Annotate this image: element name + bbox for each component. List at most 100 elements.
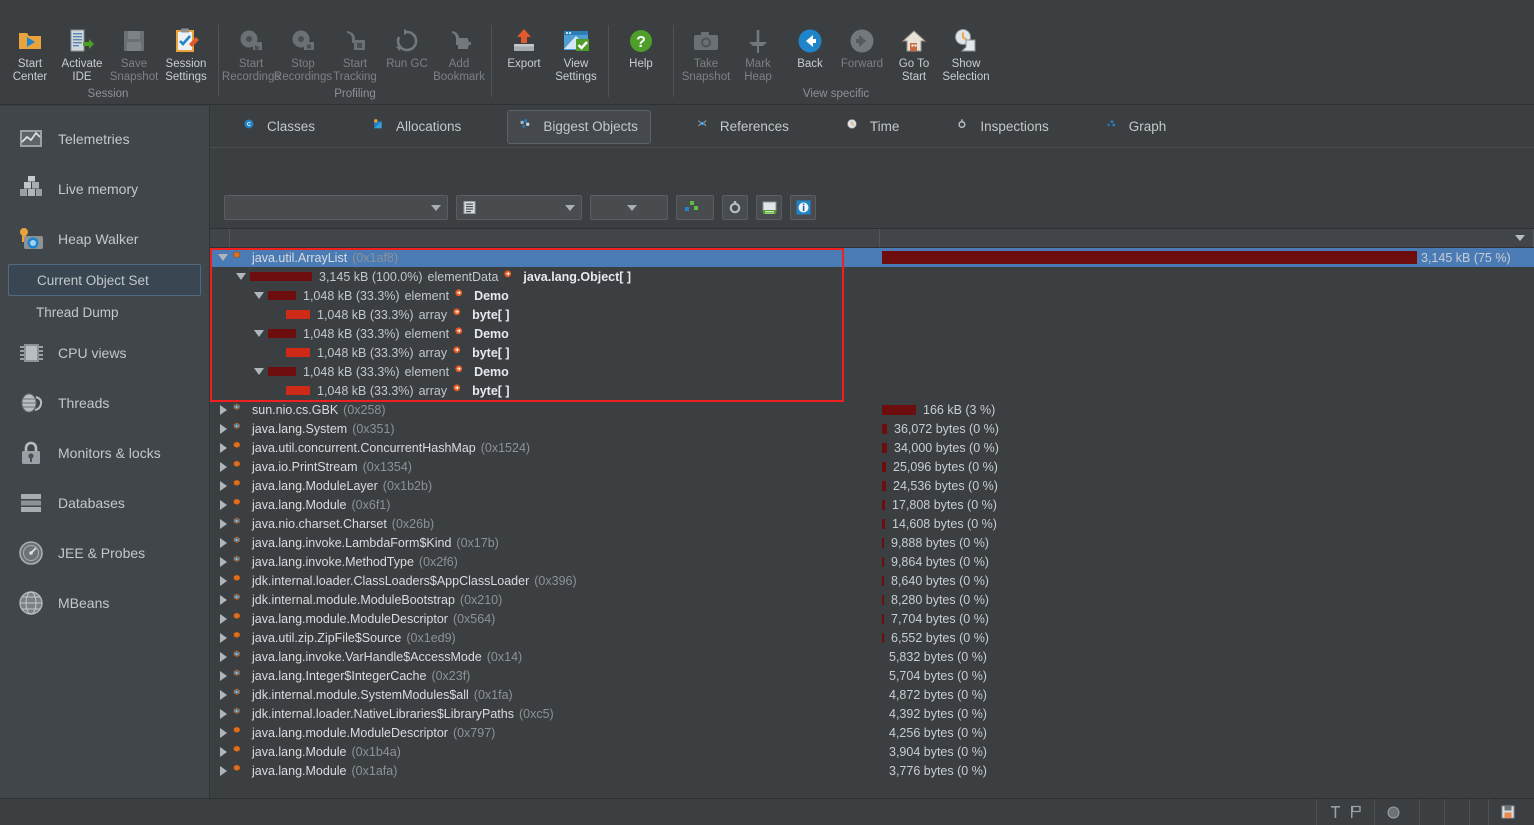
- tree-expand-toggle[interactable]: [216, 517, 230, 531]
- status-recordings[interactable]: [1374, 798, 1419, 825]
- toolbar-button-show-selection[interactable]: Show Selection: [940, 21, 992, 83]
- tree-expand-toggle[interactable]: [252, 289, 266, 303]
- table-row[interactable]: 1,048 kB (33.3%) array byte[ ]: [210, 305, 1534, 324]
- tree-expand-toggle[interactable]: [216, 631, 230, 645]
- table-row[interactable]: java.lang.ModuleLayer (0x1b2b) 24,536 byt…: [210, 476, 1534, 495]
- menu-item-window[interactable]: [66, 9, 86, 13]
- tree-expand-toggle[interactable]: [216, 403, 230, 417]
- tree-expand-toggle[interactable]: [216, 536, 230, 550]
- tree-expand-toggle[interactable]: [216, 574, 230, 588]
- tree-expand-toggle[interactable]: [216, 650, 230, 664]
- menu-item-session[interactable]: [6, 9, 26, 13]
- tab-references[interactable]: References: [685, 110, 801, 144]
- sidebar-item-current-object-set[interactable]: Current Object Set: [8, 264, 201, 296]
- table-header-retained-size[interactable]: [880, 229, 1534, 247]
- table-row[interactable]: java.lang.Module (0x1afa) 3,776 bytes (0 …: [210, 761, 1534, 780]
- table-row[interactable]: Cjdk.internal.module.ModuleBootstrap (0x2…: [210, 590, 1534, 609]
- use-menu-button[interactable]: [590, 195, 668, 220]
- table-row[interactable]: 1,048 kB (33.3%) element Demo: [210, 362, 1534, 381]
- toolbar-button-mark-heap[interactable]: Mark Heap: [732, 21, 784, 83]
- tree-expand-toggle[interactable]: [216, 707, 230, 721]
- menu-item-help[interactable]: [86, 9, 106, 13]
- tab-time[interactable]: Time: [835, 110, 912, 144]
- sidebar-item-live-memory[interactable]: Live memory: [0, 164, 209, 214]
- tree-expand-toggle[interactable]: [216, 460, 230, 474]
- toolbar-button-save-snapshot[interactable]: Save Snapshot: [108, 21, 160, 83]
- tree-expand-toggle[interactable]: [216, 726, 230, 740]
- toolbar-button-back[interactable]: Back: [784, 21, 836, 71]
- tree-expand-toggle[interactable]: [216, 669, 230, 683]
- tab-allocations[interactable]: Allocations: [361, 110, 473, 144]
- inspections-small-icon-button[interactable]: [722, 195, 748, 220]
- table-row[interactable]: Cjava.lang.invoke.VarHandle$AccessMode (0…: [210, 647, 1534, 666]
- table-header-object[interactable]: [230, 229, 880, 247]
- table-row[interactable]: jdk.internal.loader.ClassLoaders$AppClas…: [210, 571, 1534, 590]
- table-row[interactable]: java.io.PrintStream (0x1354) 25,096 bytes…: [210, 457, 1534, 476]
- table-row[interactable]: Csun.nio.cs.GBK (0x258) 166 kB (3 %): [210, 400, 1534, 419]
- table-row[interactable]: java.util.concurrent.ConcurrentHashMap (0…: [210, 438, 1534, 457]
- sidebar-item-threads[interactable]: Threads: [0, 378, 209, 428]
- menu-item-view[interactable]: [26, 9, 46, 13]
- sidebar-item-heap-walker[interactable]: Heap Walker: [0, 214, 209, 264]
- tab-inspections[interactable]: Inspections: [945, 110, 1060, 144]
- toolbar-button-start-center[interactable]: Start Center: [4, 21, 56, 83]
- tree-expand-toggle[interactable]: [216, 479, 230, 493]
- table-row[interactable]: Cjava.lang.Integer$IntegerCache (0x23f) 5…: [210, 666, 1534, 685]
- toolbar-button-stop-recordings[interactable]: Stop Recordings: [274, 21, 332, 83]
- tree-expand-toggle[interactable]: [252, 327, 266, 341]
- toolbar-button-add-bookmark[interactable]: Add Bookmark: [433, 21, 485, 83]
- toolbar-button-take-snapshot[interactable]: Take Snapshot: [680, 21, 732, 83]
- table-row[interactable]: java.lang.Module (0x6f1) 17,808 bytes (0 …: [210, 495, 1534, 514]
- table-row[interactable]: Cjava.lang.System (0x351) 36,072 bytes (0…: [210, 419, 1534, 438]
- sidebar-item-telemetries[interactable]: Telemetries: [0, 114, 209, 164]
- tab-graph[interactable]: Graph: [1095, 110, 1179, 144]
- tree-expand-toggle[interactable]: [252, 365, 266, 379]
- grouping-select[interactable]: [224, 195, 448, 220]
- view-mode-select[interactable]: [456, 195, 582, 220]
- table-row[interactable]: 1,048 kB (33.3%) array byte[ ]: [210, 343, 1534, 362]
- tree-expand-toggle[interactable]: [216, 441, 230, 455]
- table-row[interactable]: Cjava.nio.charset.Charset (0x26b) 14,608 …: [210, 514, 1534, 533]
- sidebar-item-cpu-views[interactable]: CPU views: [0, 328, 209, 378]
- toolbar-button-export[interactable]: Export: [498, 21, 550, 71]
- tree-expand-toggle[interactable]: [216, 764, 230, 778]
- sidebar-item-databases[interactable]: Databases: [0, 478, 209, 528]
- tree-expand-toggle[interactable]: [216, 498, 230, 512]
- status-recording-buttons[interactable]: [1316, 798, 1374, 825]
- table-row[interactable]: java.util.zip.ZipFile$Source (0x1ed9) 6,5…: [210, 628, 1534, 647]
- tree-expand-toggle[interactable]: [216, 688, 230, 702]
- sidebar-item-jee-probes[interactable]: JEE & Probes: [0, 528, 209, 578]
- sidebar-item-thread-dump[interactable]: Thread Dump: [8, 296, 201, 328]
- toolbar-button-forward[interactable]: Forward: [836, 21, 888, 71]
- menu-item-profiling[interactable]: [46, 9, 66, 13]
- tab-classes[interactable]: C Classes: [232, 110, 327, 144]
- table-row[interactable]: 1,048 kB (33.3%) element Demo: [210, 286, 1534, 305]
- table-row[interactable]: java.lang.Module (0x1b4a) 3,904 bytes (0 …: [210, 742, 1534, 761]
- tree-expand-toggle[interactable]: [234, 270, 248, 284]
- sidebar-item-monitors-locks[interactable]: Monitors & locks: [0, 428, 209, 478]
- export-small-icon-button[interactable]: [756, 195, 782, 220]
- table-row[interactable]: 1,048 kB (33.3%) array byte[ ]: [210, 381, 1534, 400]
- table-row[interactable]: 3,145 kB (100.0%) elementData java.lang.Ob…: [210, 267, 1534, 286]
- toolbar-button-session-settings[interactable]: Session Settings: [160, 21, 212, 83]
- table-row[interactable]: Cjava.lang.invoke.LambdaForm$Kind (0x17b)…: [210, 533, 1534, 552]
- table-row[interactable]: java.lang.module.ModuleDescriptor (0x564)…: [210, 609, 1534, 628]
- table-row[interactable]: Cjava.lang.invoke.MethodType (0x2f6) 9,86…: [210, 552, 1534, 571]
- toolbar-button-start-tracking[interactable]: Start Tracking: [329, 21, 381, 83]
- tree-expand-toggle[interactable]: [216, 612, 230, 626]
- toolbar-button-run-gc[interactable]: Run GC: [381, 21, 433, 71]
- status-snapshot[interactable]: [1488, 798, 1534, 825]
- tree-expand-toggle[interactable]: [216, 745, 230, 759]
- table-row[interactable]: 1,048 kB (33.3%) element Demo: [210, 324, 1534, 343]
- info-small-icon-button[interactable]: [790, 195, 816, 220]
- tree-expand-toggle[interactable]: [216, 555, 230, 569]
- toolbar-button-start-recordings[interactable]: Start Recordings: [222, 21, 280, 83]
- toolbar-button-help[interactable]: ? Help: [615, 21, 667, 71]
- table-row[interactable]: Cjdk.internal.loader.NativeLibraries$Lib…: [210, 704, 1534, 723]
- tab-biggest-objects[interactable]: Biggest Objects: [507, 109, 651, 144]
- sidebar-item-mbeans[interactable]: MBeans: [0, 578, 209, 628]
- toolbar-button-activate-ide[interactable]: Activate IDE: [56, 21, 108, 83]
- table-row[interactable]: java.util.ArrayList (0x1af8) 3,145 kB (75…: [210, 248, 1534, 267]
- tree-expand-toggle[interactable]: [216, 251, 230, 265]
- table-row[interactable]: java.lang.module.ModuleDescriptor (0x797)…: [210, 723, 1534, 742]
